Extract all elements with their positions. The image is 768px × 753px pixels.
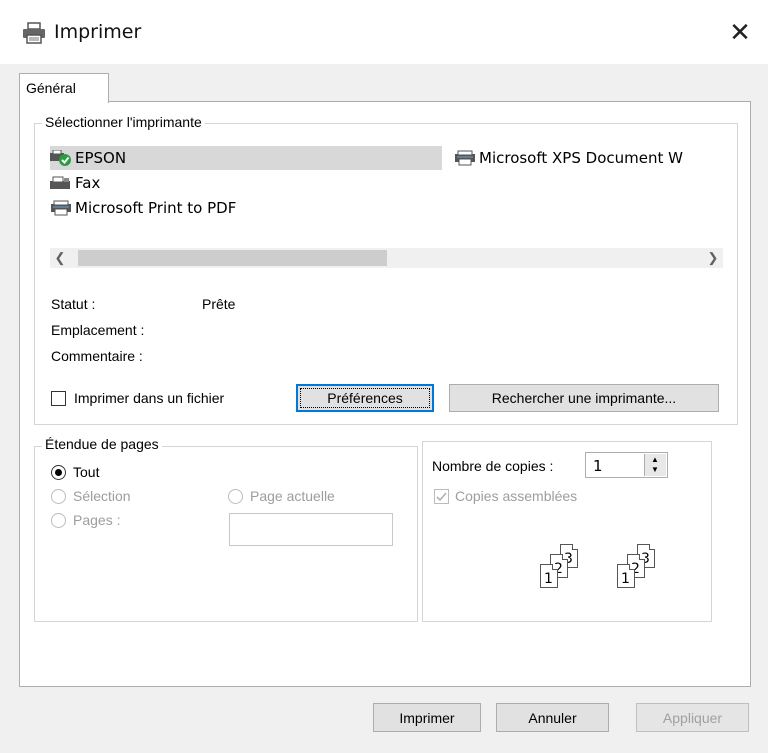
print-to-file-checkbox[interactable] bbox=[51, 391, 66, 406]
printer-icon bbox=[51, 200, 71, 216]
preferences-button[interactable]: Préférences bbox=[296, 384, 434, 412]
radio-all-label[interactable]: Tout bbox=[73, 464, 99, 480]
radio-all[interactable] bbox=[51, 465, 66, 480]
printer-list: EPSON Microsoft XPS Document W Fax Micro… bbox=[50, 146, 740, 248]
close-icon[interactable]: ✕ bbox=[722, 14, 758, 50]
collate-illustration: 3 2 1 bbox=[617, 544, 697, 594]
scrollbar-thumb[interactable] bbox=[78, 250, 387, 266]
printer-icon bbox=[23, 22, 45, 44]
print-to-file-label[interactable]: Imprimer dans un fichier bbox=[74, 390, 224, 406]
print-button[interactable]: Imprimer bbox=[373, 703, 481, 732]
printer-name: Microsoft Print to PDF bbox=[75, 199, 237, 217]
page-range-legend: Étendue de pages bbox=[42, 436, 162, 452]
copies-spin-buttons[interactable]: ▲ ▼ bbox=[644, 454, 666, 476]
radio-current-page[interactable] bbox=[228, 489, 243, 504]
preferences-button-label: Préférences bbox=[327, 390, 403, 406]
radio-selection[interactable] bbox=[51, 489, 66, 504]
collate-page: 1 bbox=[540, 564, 558, 588]
cancel-button[interactable]: Annuler bbox=[496, 703, 609, 732]
radio-selection-label[interactable]: Sélection bbox=[73, 488, 131, 504]
find-printer-button[interactable]: Rechercher une imprimante... bbox=[449, 384, 719, 412]
scroll-right-icon[interactable]: ❯ bbox=[703, 248, 723, 268]
printer-name: Fax bbox=[75, 174, 101, 192]
pages-input[interactable] bbox=[229, 513, 393, 546]
print-button-label: Imprimer bbox=[399, 709, 455, 726]
tab-general[interactable]: Général bbox=[19, 73, 109, 103]
radio-current-page-label[interactable]: Page actuelle bbox=[250, 488, 335, 504]
printer-default-icon bbox=[50, 150, 71, 166]
spin-down-icon[interactable]: ▼ bbox=[651, 466, 659, 474]
status-value: Prête bbox=[202, 296, 236, 312]
printer-name: EPSON bbox=[75, 149, 127, 167]
collate-illustration: 3 2 1 bbox=[540, 544, 620, 594]
cancel-button-label: Annuler bbox=[528, 709, 577, 726]
printer-name: Microsoft XPS Document W bbox=[479, 149, 683, 167]
comment-label: Commentaire : bbox=[51, 348, 143, 364]
tab-general-label: Général bbox=[26, 80, 76, 96]
apply-button[interactable]: Appliquer bbox=[636, 703, 749, 732]
select-printer-legend: Sélectionner l'imprimante bbox=[42, 114, 205, 130]
printer-list-scrollbar[interactable]: ❮ ❯ bbox=[50, 248, 723, 268]
window-title: Imprimer bbox=[54, 21, 142, 43]
check-icon bbox=[436, 492, 447, 502]
copies-count-stepper[interactable]: 1 ▲ ▼ bbox=[585, 452, 668, 478]
radio-pages-label[interactable]: Pages : bbox=[73, 512, 120, 528]
spin-up-icon[interactable]: ▲ bbox=[651, 456, 659, 464]
copies-count-value: 1 bbox=[593, 457, 603, 475]
printer-item-xps[interactable]: Microsoft XPS Document W bbox=[454, 146, 744, 170]
apply-button-label: Appliquer bbox=[662, 709, 723, 726]
copies-count-label: Nombre de copies : bbox=[432, 458, 554, 474]
radio-pages[interactable] bbox=[51, 513, 66, 528]
status-label: Statut : bbox=[51, 296, 96, 312]
collate-label[interactable]: Copies assemblées bbox=[455, 488, 577, 504]
location-label: Emplacement : bbox=[51, 322, 145, 338]
collate-checkbox[interactable] bbox=[434, 489, 449, 504]
scroll-left-icon[interactable]: ❮ bbox=[50, 248, 70, 268]
printer-item-epson[interactable]: EPSON bbox=[50, 146, 442, 170]
printer-item-fax[interactable]: Fax bbox=[50, 171, 100, 195]
fax-icon bbox=[50, 176, 70, 189]
find-printer-button-label: Rechercher une imprimante... bbox=[491, 390, 677, 406]
printer-icon bbox=[455, 150, 475, 166]
printer-item-pdf[interactable]: Microsoft Print to PDF bbox=[50, 196, 236, 220]
collate-page: 1 bbox=[617, 564, 635, 588]
